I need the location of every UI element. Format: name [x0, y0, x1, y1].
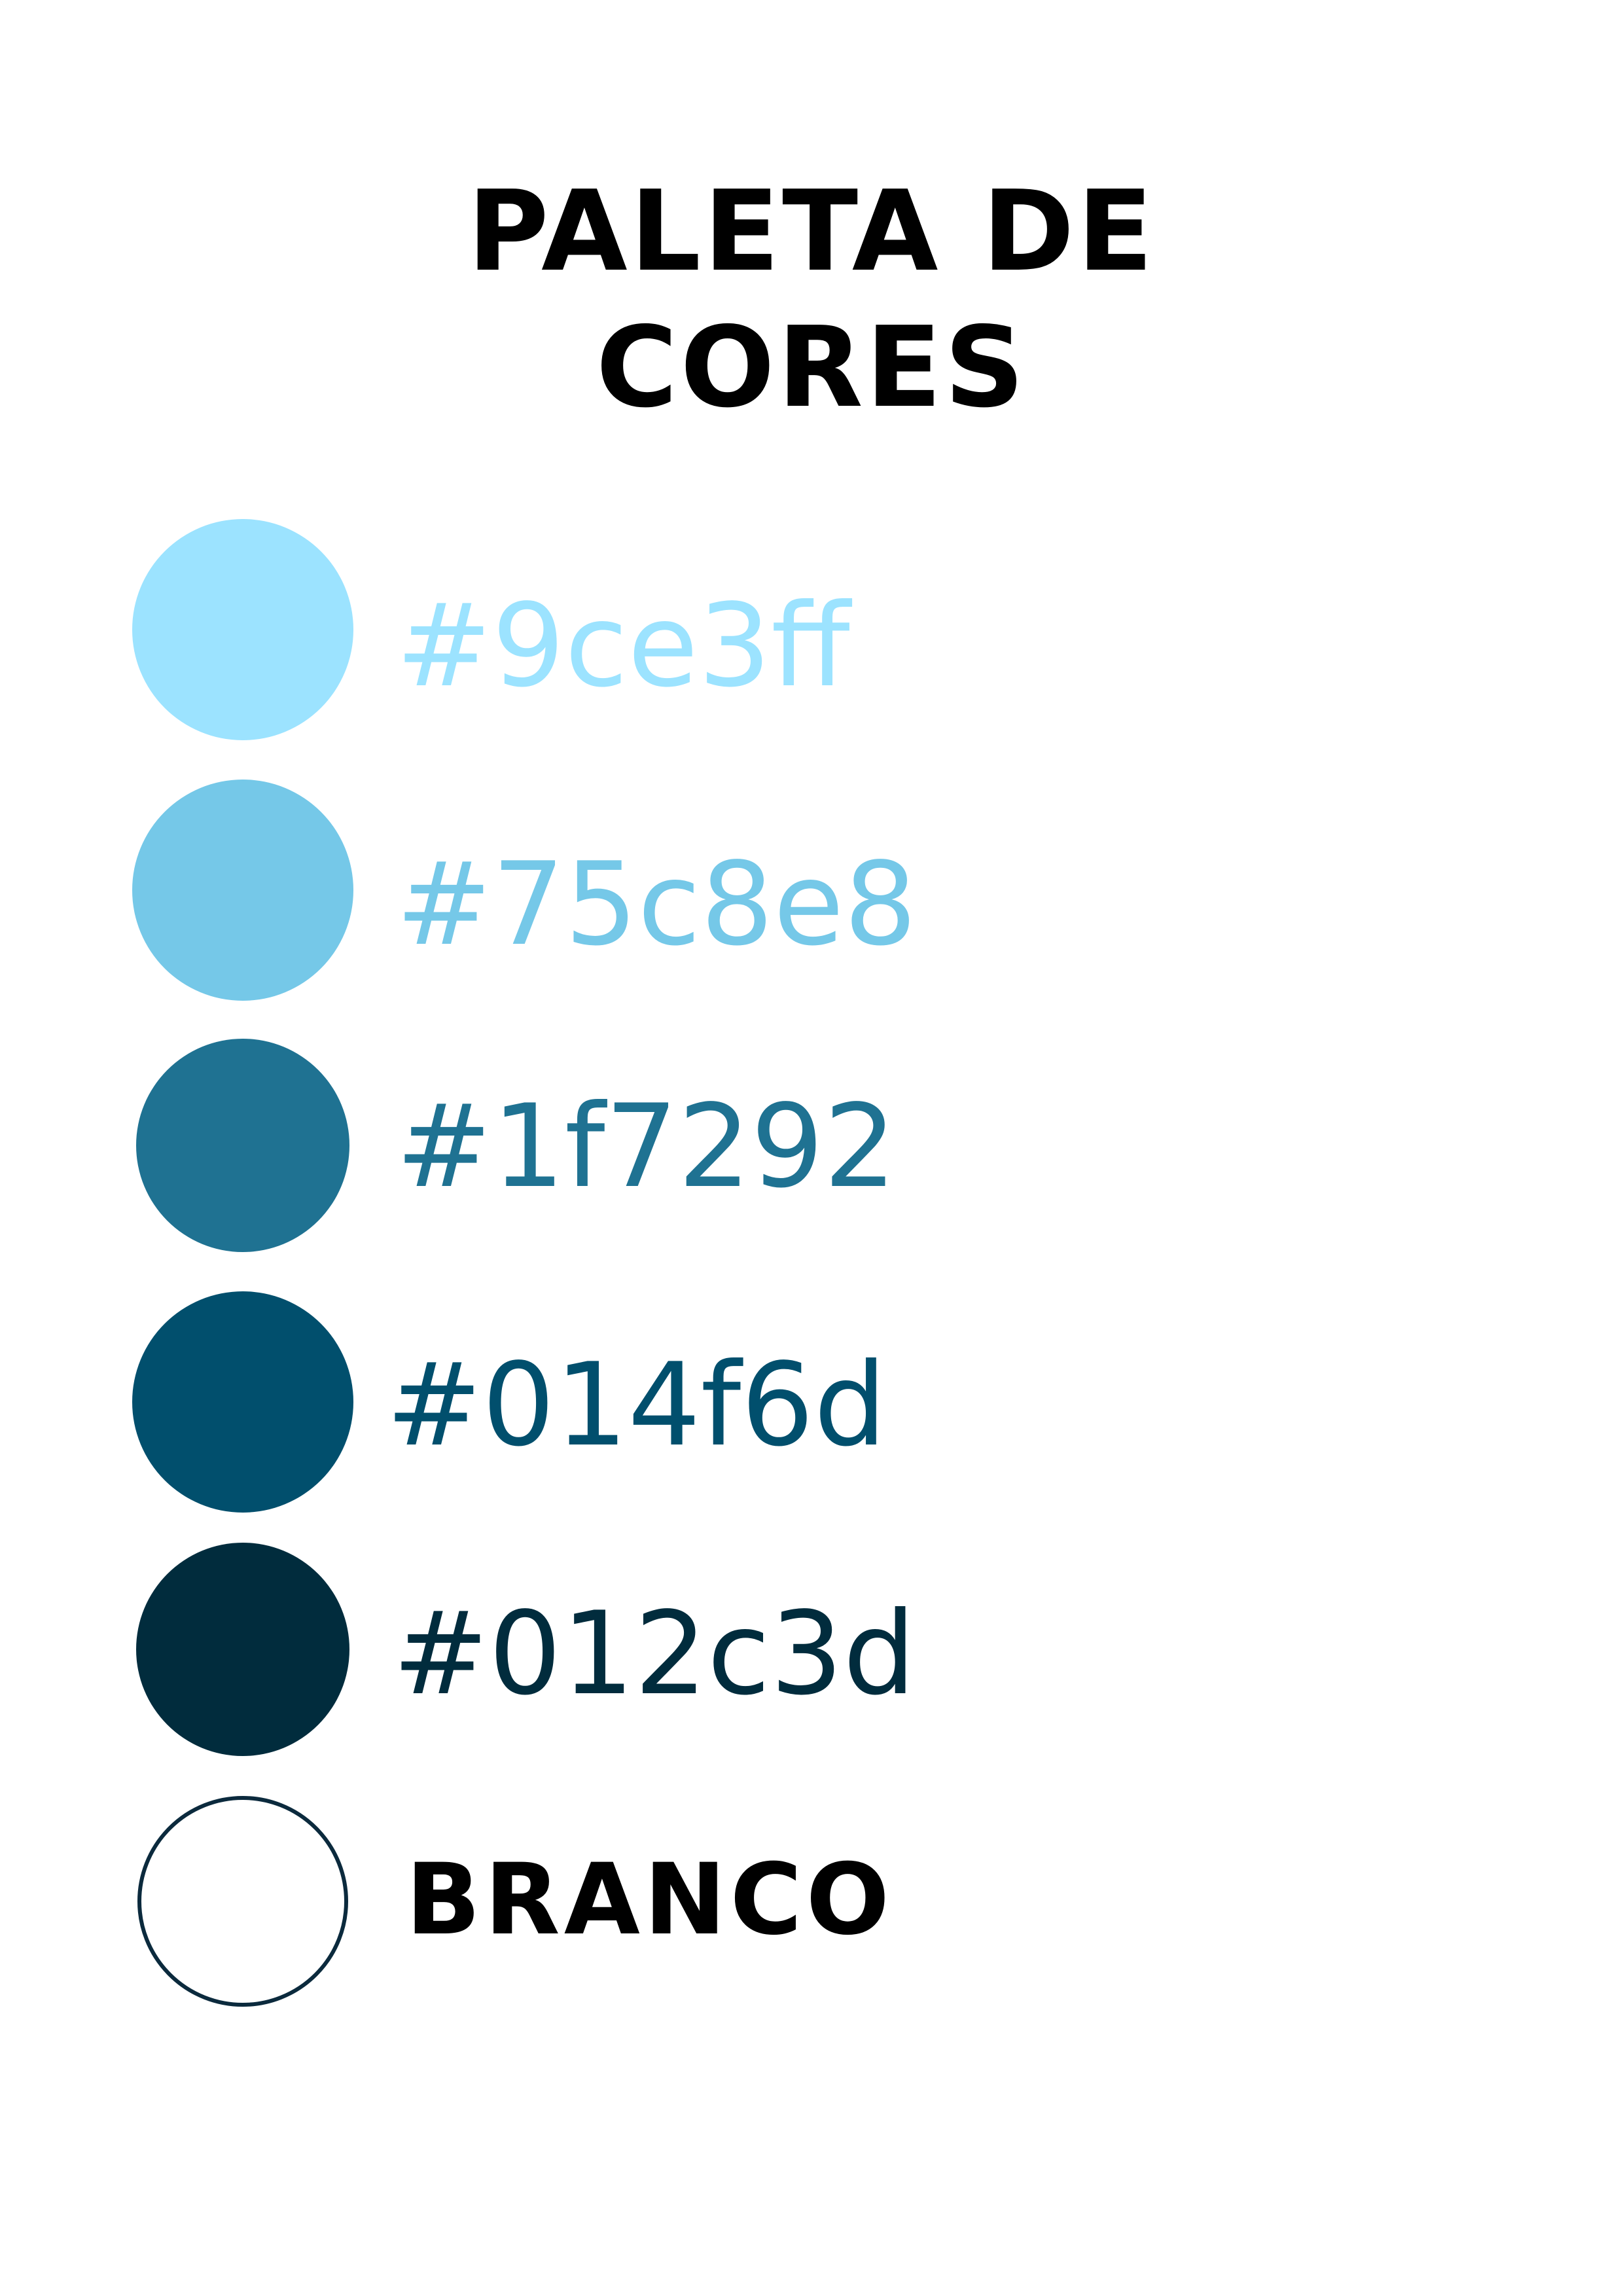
- color-label-white: BRANCO: [406, 1843, 894, 1957]
- color-code-2: #75c8e8: [396, 838, 917, 971]
- color-swatch-3: [136, 1039, 349, 1252]
- color-code-4: #014f6d: [386, 1339, 887, 1472]
- color-code-1: #9ce3ff: [396, 580, 850, 713]
- color-code-5: #012c3d: [393, 1588, 916, 1721]
- color-swatch-1: [132, 519, 353, 740]
- color-swatch-4: [132, 1291, 353, 1513]
- title-line-1: PALETA DE: [467, 167, 1156, 296]
- color-swatch-white: [137, 1796, 348, 2007]
- page-title: PALETA DE CORES: [0, 164, 1623, 436]
- color-code-3: #1f7292: [396, 1081, 897, 1213]
- color-swatch-2: [132, 780, 353, 1001]
- color-swatch-5: [136, 1543, 349, 1756]
- title-line-2: CORES: [596, 303, 1027, 433]
